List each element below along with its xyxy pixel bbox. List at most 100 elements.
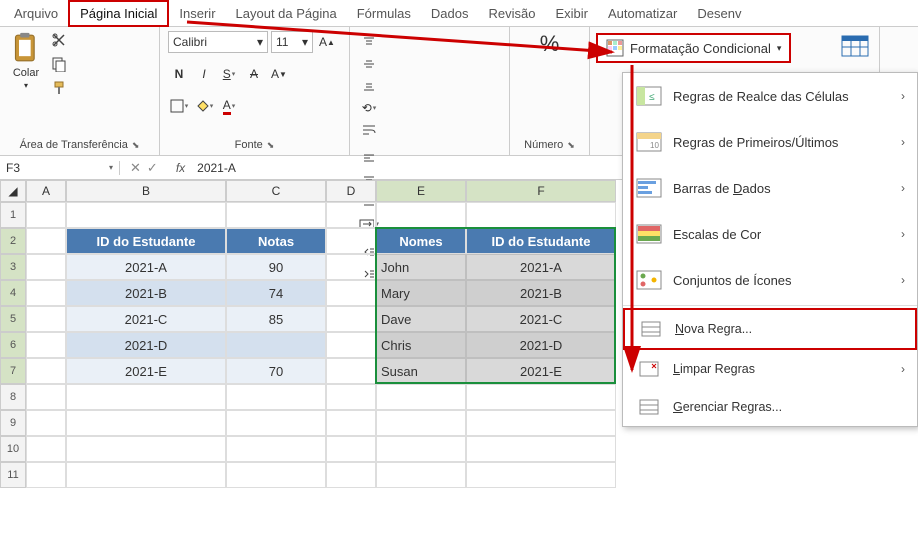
number-launcher[interactable]: ⬊ [567,140,575,151]
cell[interactable] [326,332,376,358]
cell[interactable] [226,384,326,410]
row-header-1[interactable]: 1 [0,202,26,228]
font-name-select[interactable]: Calibri▾ [168,31,268,53]
cell[interactable]: Susan [376,358,466,384]
cell[interactable]: 2021-C [466,306,616,332]
row-header-9[interactable]: 9 [0,410,26,436]
name-box[interactable]: F3 ▾ [0,161,120,175]
menu-dados[interactable]: Dados [421,2,479,25]
wrap-text-button[interactable] [358,119,380,141]
cell[interactable] [26,436,66,462]
cell[interactable] [326,306,376,332]
cell[interactable]: 2021-A [466,254,616,280]
row-header-2[interactable]: 2 [0,228,26,254]
fill-color-button[interactable]: ▾ [193,95,215,117]
cell[interactable] [326,202,376,228]
paste-button[interactable]: Colar ▾ [8,31,44,90]
col-header-D[interactable]: D [326,180,376,202]
cell[interactable] [326,254,376,280]
cell[interactable]: 2021-C [66,306,226,332]
cf-clear-rules[interactable]: Limpar Regras › [623,350,917,388]
row-header-7[interactable]: 7 [0,358,26,384]
menu-arquivo[interactable]: Arquivo [4,2,68,25]
cell[interactable] [326,462,376,488]
percent-style-button[interactable]: % [540,31,560,57]
cut-button[interactable] [50,31,68,49]
conditional-formatting-button[interactable]: Formatação Condicional ▾ [596,33,791,63]
cell[interactable] [326,228,376,254]
cell[interactable] [326,384,376,410]
cell[interactable] [26,280,66,306]
col-header-B[interactable]: B [66,180,226,202]
row-header-5[interactable]: 5 [0,306,26,332]
menu-layout-pagina[interactable]: Layout da Página [226,2,347,25]
cell[interactable]: 2021-D [466,332,616,358]
menu-exibir[interactable]: Exibir [545,2,598,25]
cell[interactable] [376,410,466,436]
cell[interactable] [376,462,466,488]
cell[interactable]: Mary [376,280,466,306]
cell[interactable]: 2021-D [66,332,226,358]
row-header-11[interactable]: 11 [0,462,26,488]
underline-button[interactable]: S▾ [218,63,240,85]
menu-inserir[interactable]: Inserir [169,2,225,25]
font-color-button[interactable]: A▾ [218,95,240,117]
strikethrough-button[interactable]: A [243,63,265,85]
cf-color-scales[interactable]: Escalas de Cor › [623,211,917,257]
cell[interactable]: 2021-A [66,254,226,280]
col-header-C[interactable]: C [226,180,326,202]
font-launcher[interactable]: ⬊ [267,140,275,151]
cell[interactable] [26,384,66,410]
cell[interactable] [326,436,376,462]
col-header-E[interactable]: E [376,180,466,202]
cell[interactable] [466,384,616,410]
cell[interactable]: Dave [376,306,466,332]
row-header-3[interactable]: 3 [0,254,26,280]
cell[interactable] [376,202,466,228]
menu-desenvolvedor[interactable]: Desenv [687,2,751,25]
row-header-6[interactable]: 6 [0,332,26,358]
cell[interactable]: 85 [226,306,326,332]
col-header-F[interactable]: F [466,180,616,202]
cf-manage-rules[interactable]: Gerenciar Regras... [623,388,917,426]
cell[interactable]: 70 [226,358,326,384]
cell[interactable] [26,306,66,332]
cf-top-bottom-rules[interactable]: 10 Regras de Primeiros/Últimos › [623,119,917,165]
font-size-select[interactable]: 11▾ [271,31,313,53]
cell[interactable]: 90 [226,254,326,280]
cell[interactable] [26,228,66,254]
cell[interactable] [226,436,326,462]
cell[interactable] [326,358,376,384]
cell[interactable] [66,436,226,462]
cf-data-bars[interactable]: Barras de Dados › [623,165,917,211]
cell[interactable] [326,410,376,436]
cf-highlight-rules[interactable]: ≤ Regras de Realce das Células › [623,73,917,119]
cancel-formula-button[interactable]: ✕ [130,160,141,176]
bold-button[interactable]: N [168,63,190,85]
cell[interactable] [376,436,466,462]
italic-button[interactable]: I [193,63,215,85]
menu-revisao[interactable]: Revisão [479,2,546,25]
cell[interactable] [26,202,66,228]
cf-new-rule[interactable]: Nova Regra... [623,308,917,350]
clipboard-launcher[interactable]: ⬊ [132,140,140,151]
cell[interactable] [26,462,66,488]
copy-button[interactable] [50,55,68,73]
cell[interactable] [66,384,226,410]
cell[interactable]: Chris [376,332,466,358]
cell[interactable]: 2021-B [66,280,226,306]
menu-pagina-inicial[interactable]: Página Inicial [68,0,169,27]
cell[interactable]: 2021-E [466,358,616,384]
cell[interactable] [66,462,226,488]
border-button[interactable]: ▾ [168,95,190,117]
fx-button[interactable]: fx [168,161,193,175]
select-all-corner[interactable]: ◢ [0,180,26,202]
cell[interactable] [66,202,226,228]
cf-icon-sets[interactable]: Conjuntos de Ícones › [623,257,917,303]
row-header-4[interactable]: 4 [0,280,26,306]
increase-font-button[interactable]: A▲ [316,31,338,53]
row-header-10[interactable]: 10 [0,436,26,462]
cell[interactable] [466,462,616,488]
format-painter-button[interactable] [50,79,68,97]
cell[interactable] [226,332,326,358]
